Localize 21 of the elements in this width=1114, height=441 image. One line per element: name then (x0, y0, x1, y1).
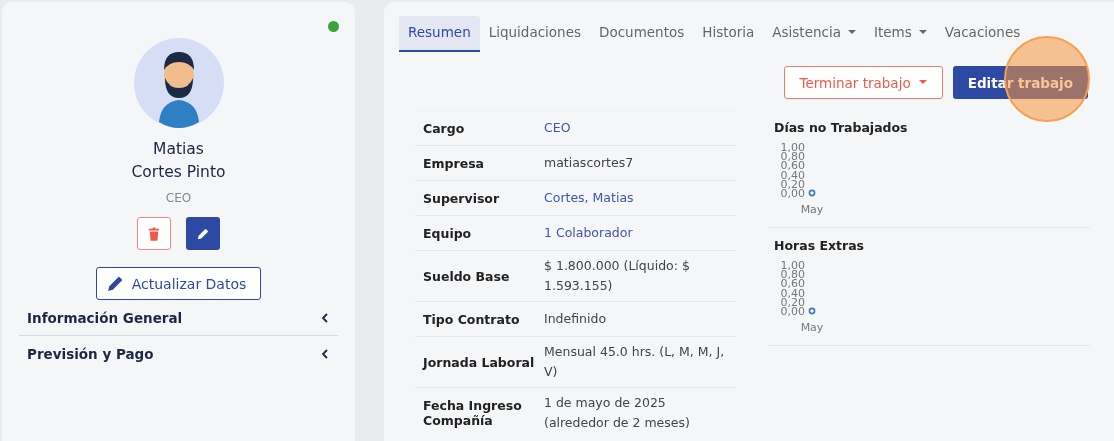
employee-role: CEO (165, 191, 192, 205)
field-value: Indefinido (544, 310, 608, 328)
section-title: Información General (27, 309, 183, 326)
field-label: Sueldo Base (422, 268, 511, 284)
axis-tick-label: May (800, 203, 824, 216)
section-title: Previsión y Pago (27, 345, 154, 362)
chart-title: Días no Trabajados (774, 120, 909, 135)
employee-name: Matias Cortes Pinto (131, 139, 226, 183)
field-label: Cargo (422, 120, 466, 136)
field-label: Jornada Laboral (421, 354, 536, 370)
axis-tick-label: May (800, 321, 824, 334)
field-value: matiascortes7 (544, 154, 635, 172)
field-label: Empresa (422, 155, 486, 171)
field-label: Tipo Contrato (422, 311, 521, 327)
field-label: Equipo (422, 225, 473, 241)
field-label: Supervisor (422, 190, 501, 206)
chart-title: Horas Extras (774, 238, 866, 253)
field-value: 1 de mayo de 2025 (alrededor de 2 meses) (544, 394, 691, 432)
field-value: $ 1.800.000 (Líquido: $ 1.593.155) (544, 257, 691, 295)
field-label: Fecha Ingreso Compañía (422, 398, 523, 428)
field-value: Mensual 45.0 hrs. (L, M, M, J, V) (544, 343, 726, 381)
